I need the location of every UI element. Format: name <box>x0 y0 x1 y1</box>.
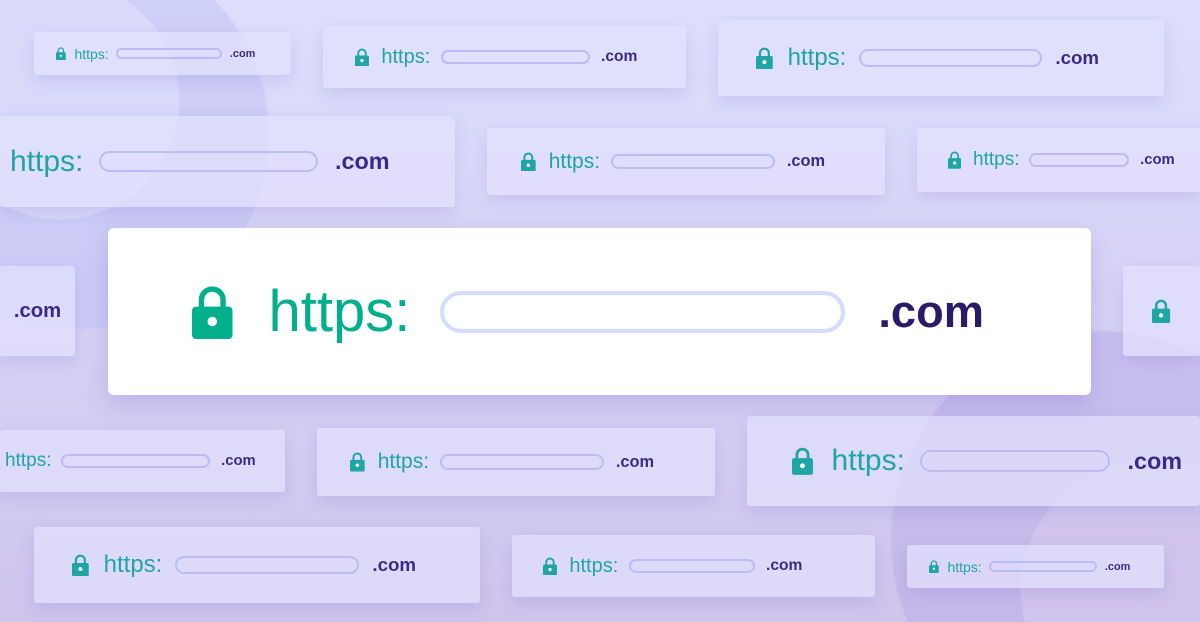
address-bar: https: .com <box>512 535 875 597</box>
lock-icon-wrap <box>929 560 939 574</box>
scheme-label: https: <box>973 149 1020 170</box>
address-input[interactable] <box>98 150 318 173</box>
lock-icon <box>521 152 536 172</box>
address-input[interactable] <box>440 49 590 65</box>
scheme-label: https: <box>569 554 619 577</box>
lock-icon <box>1152 299 1171 324</box>
address-bar: https: .com <box>907 545 1164 588</box>
scheme-label: https: <box>548 149 601 173</box>
domain-suffix: .com <box>372 554 417 575</box>
lock-icon-wrap <box>1152 299 1171 324</box>
domain-suffix: .com <box>1127 447 1183 474</box>
lock-icon-wrap <box>355 48 369 67</box>
scheme-label: https: <box>5 450 52 471</box>
domain-suffix: .com <box>878 285 984 337</box>
address-bar <box>1123 266 1200 356</box>
scheme-label: https: <box>377 450 430 473</box>
address-input[interactable] <box>920 450 1111 472</box>
domain-suffix: .com <box>229 47 256 60</box>
scheme-label: https: <box>74 45 109 62</box>
scheme-label: https: <box>10 144 84 178</box>
scheme-label: https: <box>787 44 847 71</box>
domain-suffix: .com <box>1140 152 1175 168</box>
domain-suffix: .com <box>615 452 655 471</box>
domain-suffix: .com <box>1055 47 1100 68</box>
address-input[interactable] <box>439 454 604 470</box>
lock-icon-wrap <box>521 152 536 172</box>
domain-suffix: .com <box>766 557 803 574</box>
lock-icon-wrap <box>192 285 233 339</box>
address-input[interactable] <box>988 561 1097 572</box>
address-bar: https: .com <box>323 26 686 88</box>
address-input[interactable] <box>115 48 222 59</box>
address-bar: https: .com <box>34 527 480 603</box>
domain-suffix: .com <box>334 148 390 174</box>
address-input[interactable] <box>610 153 775 170</box>
address-input[interactable] <box>174 556 359 574</box>
address-input[interactable] <box>440 290 846 333</box>
lock-icon-wrap <box>792 447 813 475</box>
scheme-label: https: <box>103 551 163 578</box>
address-bar: https: .com <box>0 116 455 207</box>
address-input[interactable] <box>858 49 1042 67</box>
address-input[interactable] <box>1029 153 1130 167</box>
address-bar: https: .com <box>317 428 715 496</box>
lock-icon <box>355 48 369 67</box>
domain-suffix: .com <box>13 299 62 322</box>
address-input[interactable] <box>61 454 211 468</box>
address-bar: https: .com <box>747 416 1200 506</box>
address-bar: https: .com <box>718 20 1164 96</box>
address-bar-main: https: .com <box>108 228 1091 395</box>
scheme-label: https: <box>381 45 431 68</box>
address-bar: https: .com <box>917 128 1200 192</box>
scheme-label: https: <box>831 444 905 477</box>
lock-icon <box>192 285 233 339</box>
lock-icon-wrap <box>756 47 773 70</box>
lock-icon <box>350 452 365 472</box>
domain-suffix: .com <box>601 48 638 65</box>
lock-icon <box>756 47 773 70</box>
scheme-label: https: <box>947 558 982 575</box>
address-bar: .com <box>0 266 75 356</box>
domain-suffix: .com <box>1104 560 1131 573</box>
address-bar: https: .com <box>0 430 285 492</box>
lock-icon <box>929 560 939 574</box>
address-bar: https: .com <box>34 32 291 75</box>
lock-icon <box>56 47 66 61</box>
domain-suffix: .com <box>786 152 826 170</box>
lock-icon-wrap <box>948 151 962 169</box>
address-input[interactable] <box>628 558 755 574</box>
lock-icon-wrap <box>72 554 89 577</box>
domain-suffix: .com <box>221 453 256 469</box>
lock-icon-wrap <box>543 557 557 576</box>
lock-icon-wrap <box>350 452 365 472</box>
lock-icon <box>792 447 813 475</box>
lock-icon-wrap <box>56 47 66 61</box>
lock-icon <box>543 557 557 576</box>
scheme-label: https: <box>268 279 411 344</box>
lock-icon <box>948 151 962 169</box>
lock-icon <box>72 554 89 577</box>
address-bar: https: .com <box>487 128 885 195</box>
